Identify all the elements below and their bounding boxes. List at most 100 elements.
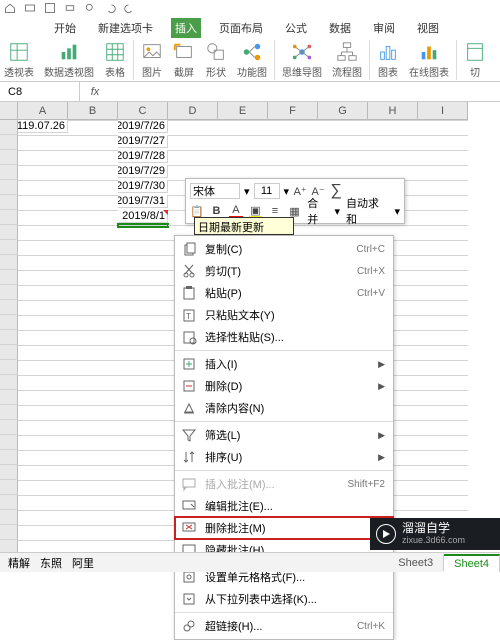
col-header[interactable]: E xyxy=(218,102,268,120)
cell[interactable] xyxy=(68,210,118,211)
ribbon-slicer[interactable]: 切 xyxy=(460,40,490,79)
cell[interactable] xyxy=(118,450,168,451)
cell[interactable] xyxy=(268,120,318,121)
cell[interactable] xyxy=(118,375,168,376)
row-header[interactable] xyxy=(0,405,18,420)
cell[interactable] xyxy=(418,285,468,286)
cell[interactable]: 2119.07.26 xyxy=(18,120,68,133)
cell[interactable] xyxy=(418,165,468,166)
cell[interactable] xyxy=(18,360,68,361)
cell[interactable] xyxy=(68,405,118,406)
cell[interactable] xyxy=(268,135,318,136)
cell[interactable] xyxy=(118,255,168,256)
ribbon-pivot-table[interactable]: 透视表 xyxy=(0,40,38,79)
cell[interactable] xyxy=(218,135,268,136)
tab-data[interactable]: 数据 xyxy=(325,18,355,38)
row-header[interactable] xyxy=(0,435,18,450)
menu-item-copy[interactable]: 复制(C)Ctrl+C xyxy=(175,238,393,260)
cell[interactable]: 2019/8/1 xyxy=(118,210,168,223)
cell[interactable] xyxy=(68,390,118,391)
cell[interactable] xyxy=(418,390,468,391)
row-header[interactable] xyxy=(0,195,18,210)
menu-item-paste-special[interactable]: 选择性粘贴(S)... xyxy=(175,326,393,348)
cell[interactable] xyxy=(418,255,468,256)
cell[interactable] xyxy=(118,480,168,481)
cell[interactable] xyxy=(118,315,168,316)
cell[interactable] xyxy=(118,420,168,421)
cell[interactable] xyxy=(18,255,68,256)
cell[interactable] xyxy=(18,540,68,541)
cell[interactable] xyxy=(18,465,68,466)
cell[interactable] xyxy=(418,240,468,241)
cell[interactable] xyxy=(18,435,68,436)
cell[interactable] xyxy=(418,435,468,436)
row-header[interactable] xyxy=(0,240,18,255)
menu-item-cut[interactable]: 剪切(T)Ctrl+X xyxy=(175,260,393,282)
bold-icon[interactable]: B xyxy=(210,204,224,218)
cell[interactable] xyxy=(418,180,468,181)
cell[interactable] xyxy=(168,150,218,151)
cell[interactable] xyxy=(418,210,468,211)
cell[interactable] xyxy=(68,360,118,361)
row-header[interactable] xyxy=(0,225,18,240)
cell[interactable] xyxy=(18,345,68,346)
row-header[interactable] xyxy=(0,345,18,360)
cell[interactable] xyxy=(18,420,68,421)
cell[interactable] xyxy=(118,390,168,391)
cell[interactable] xyxy=(418,195,468,196)
cell[interactable] xyxy=(18,495,68,496)
cell[interactable] xyxy=(418,315,468,316)
dropdown-icon[interactable]: ▾ xyxy=(284,185,290,198)
ribbon-smartart[interactable]: 功能图 xyxy=(233,40,271,79)
cell[interactable] xyxy=(18,450,68,451)
cell[interactable] xyxy=(68,375,118,376)
row-header[interactable] xyxy=(0,390,18,405)
ribbon-table[interactable]: 表格 xyxy=(100,40,130,79)
cell[interactable] xyxy=(68,510,118,511)
autosum-button[interactable]: 自动求和 xyxy=(346,195,388,227)
cell[interactable] xyxy=(168,135,218,136)
cell[interactable] xyxy=(18,135,68,136)
cell[interactable] xyxy=(68,435,118,436)
cell[interactable] xyxy=(68,480,118,481)
cell[interactable] xyxy=(118,225,168,226)
ribbon-picture[interactable]: 图片 xyxy=(137,40,167,79)
cell[interactable] xyxy=(18,480,68,481)
menu-item-filter[interactable]: 筛选(L)▶ xyxy=(175,424,393,446)
cell[interactable] xyxy=(68,450,118,451)
cell[interactable] xyxy=(418,330,468,331)
cell[interactable] xyxy=(418,450,468,451)
ribbon-online-chart[interactable]: 在线图表 xyxy=(405,40,453,79)
row-header[interactable] xyxy=(0,165,18,180)
cell[interactable] xyxy=(418,420,468,421)
cell[interactable] xyxy=(418,150,468,151)
tab-formula[interactable]: 公式 xyxy=(281,18,311,38)
row-header[interactable] xyxy=(0,255,18,270)
menu-item-delete[interactable]: 删除(D)▶ xyxy=(175,375,393,397)
cell[interactable] xyxy=(118,285,168,286)
align-icon[interactable]: ≡ xyxy=(268,204,282,218)
row-header[interactable] xyxy=(0,375,18,390)
dropdown-icon[interactable]: ▾ xyxy=(244,185,250,198)
row-header[interactable] xyxy=(0,180,18,195)
cell[interactable] xyxy=(118,510,168,511)
cell[interactable] xyxy=(68,465,118,466)
border-icon[interactable]: ▦ xyxy=(288,204,302,218)
col-header[interactable]: C xyxy=(118,102,168,120)
cell[interactable] xyxy=(18,210,68,211)
cell[interactable] xyxy=(368,120,418,121)
cell[interactable] xyxy=(68,225,118,226)
ribbon-flowchart[interactable]: 流程图 xyxy=(328,40,366,79)
tab-view[interactable]: 视图 xyxy=(413,18,443,38)
cell[interactable] xyxy=(68,165,118,166)
cell[interactable]: 2019/7/27 xyxy=(118,135,168,148)
cell[interactable] xyxy=(118,495,168,496)
tab-insert[interactable]: 插入 xyxy=(171,18,201,38)
cell[interactable] xyxy=(118,330,168,331)
cell[interactable]: 2019/7/31 xyxy=(118,195,168,208)
cell[interactable] xyxy=(368,135,418,136)
tab-layout[interactable]: 页面布局 xyxy=(215,18,267,38)
cell[interactable] xyxy=(18,240,68,241)
cell[interactable] xyxy=(268,165,318,166)
cell[interactable]: 2019/7/26 xyxy=(118,120,168,133)
